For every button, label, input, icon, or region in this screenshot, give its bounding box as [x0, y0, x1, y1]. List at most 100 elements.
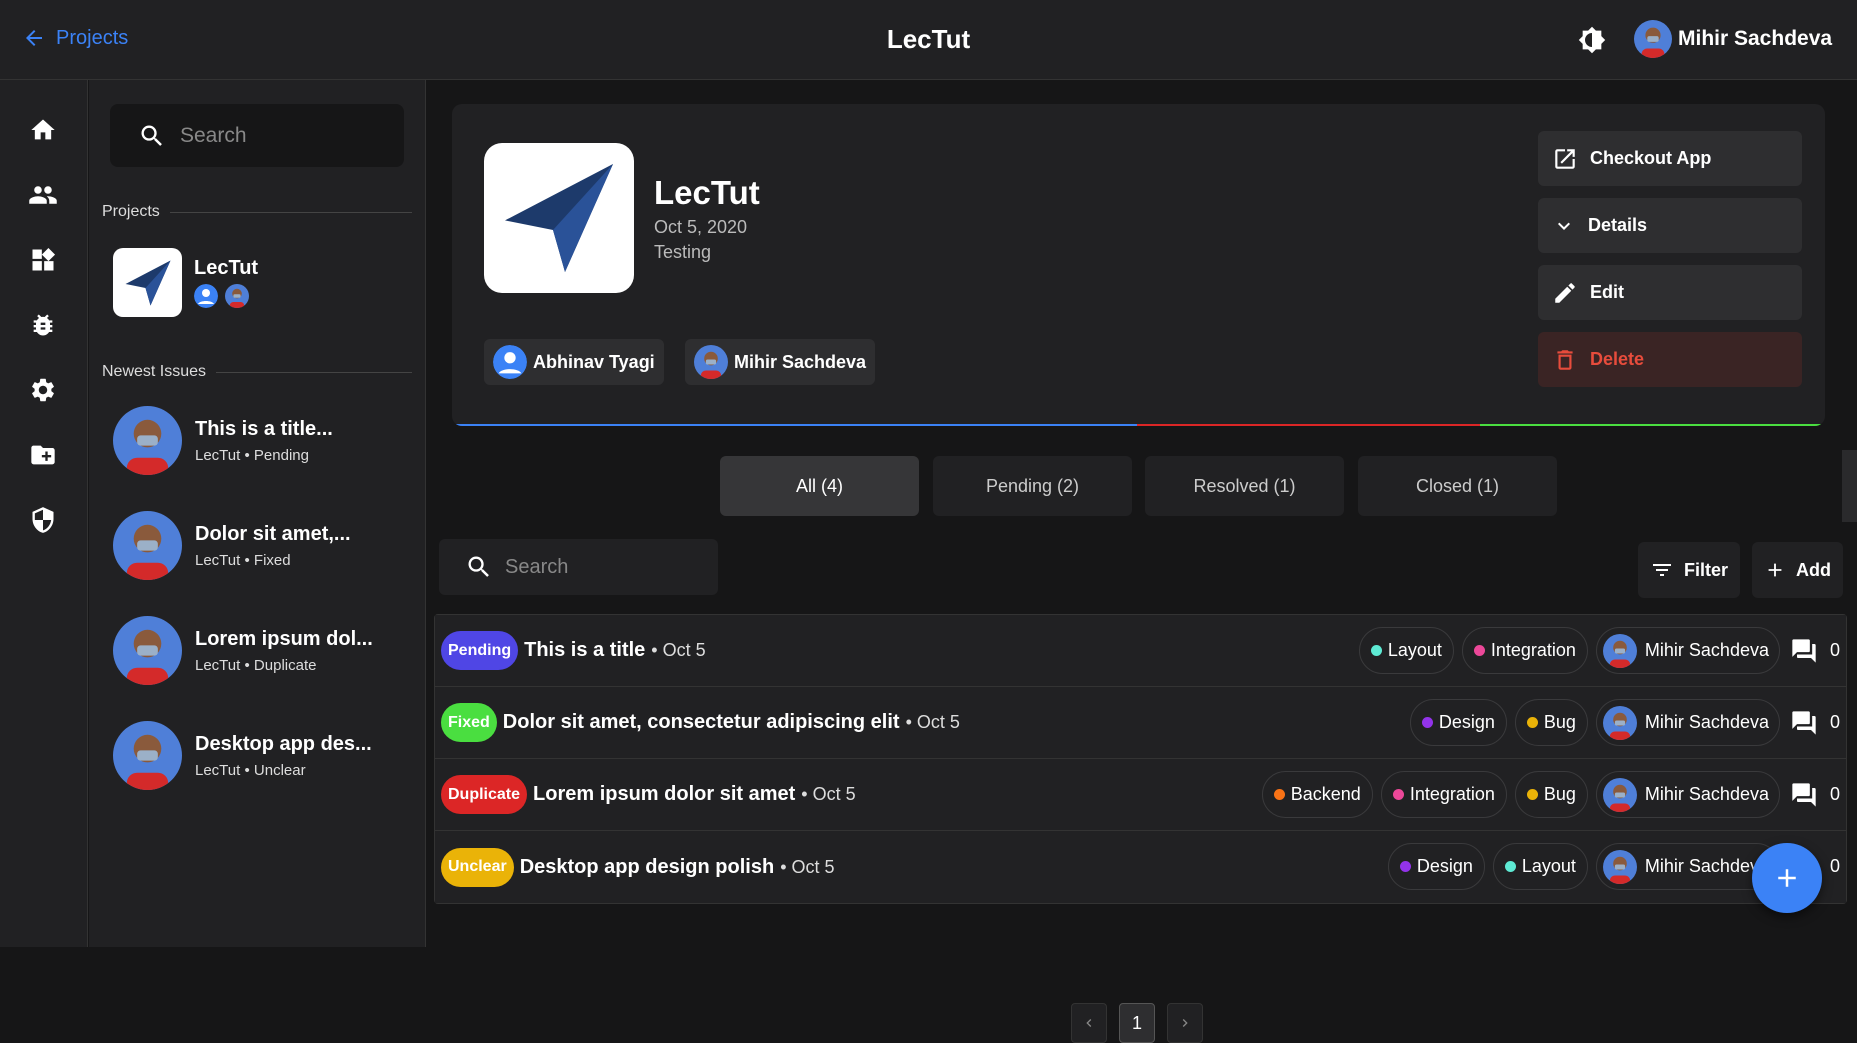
comments-count[interactable]: 0	[1790, 637, 1840, 665]
filter-icon	[1653, 564, 1671, 576]
tag-chip[interactable]: Bug	[1514, 699, 1588, 746]
settings-icon[interactable]	[27, 374, 59, 406]
tag-chip[interactable]: Integration	[1461, 627, 1588, 674]
sidebar-search-input[interactable]: Search	[110, 104, 404, 167]
avatar	[1602, 705, 1637, 740]
issue-search-input[interactable]: Search	[439, 539, 718, 595]
open-in-new-icon	[1555, 148, 1575, 169]
floating-add-button[interactable]	[1752, 843, 1822, 913]
page-button[interactable]: 1	[1119, 1003, 1155, 1043]
issue-title: Desktop app design polish	[519, 855, 775, 878]
top-bar: Projects LecTut Mihir Sachdeva	[0, 0, 1857, 80]
sidebar-issue-title: This is a title...	[195, 417, 333, 440]
avatar	[113, 616, 182, 685]
sidebar-issue-item[interactable]: Desktop app des... LecTut • Unclear	[113, 721, 372, 790]
issue-status-bar	[452, 424, 1825, 426]
avatar	[1602, 633, 1637, 668]
assignee-chip[interactable]: Mihir Sachdeva	[1595, 771, 1780, 818]
issue-date: • Oct 5	[780, 856, 835, 877]
home-icon[interactable]	[27, 114, 59, 146]
issue-title: This is a title	[524, 639, 646, 661]
add-issue-button[interactable]: Add	[1752, 542, 1843, 598]
sidebar-issue-title: Desktop app des...	[195, 732, 372, 755]
forum-icon	[1792, 710, 1816, 735]
prev-page-button[interactable]	[1071, 1003, 1107, 1043]
projects-heading: Projects	[102, 203, 412, 221]
avatar	[113, 511, 182, 580]
issue-row[interactable]: Fixed Dolor sit amet, consectetur adipis…	[435, 687, 1846, 759]
issue-row[interactable]: Duplicate Lorem ipsum dolor sit amet • O…	[435, 759, 1846, 831]
comments-count[interactable]: 0	[1790, 709, 1840, 737]
tab-closed[interactable]: Closed (1)	[1358, 456, 1557, 516]
tag-chip[interactable]: Backend	[1261, 771, 1373, 818]
chevron-left-icon	[1086, 1019, 1092, 1027]
sidebar-project-name: LecTut	[194, 257, 259, 279]
sidebar-project-item[interactable]: LecTut	[113, 248, 258, 317]
user-name: Mihir Sachdeva	[1678, 27, 1833, 50]
assignee-chip[interactable]: Mihir Sachdeva	[1595, 627, 1780, 674]
member-chip[interactable]: Mihir Sachdeva	[685, 339, 876, 385]
tag-chip[interactable]: Integration	[1380, 771, 1507, 818]
new-folder-icon[interactable]	[27, 439, 59, 471]
comments-count[interactable]: 0	[1790, 781, 1840, 809]
sidebar-issue-meta: LecTut • Fixed	[195, 551, 291, 569]
avatar	[1634, 20, 1672, 58]
sidebar-issue-item[interactable]: Dolor sit amet,... LecTut • Fixed	[113, 511, 351, 580]
main-content: LecTut Oct 5, 2020 Testing Abhinav Tyagi…	[427, 80, 1857, 1043]
avatar	[1602, 777, 1637, 812]
filter-button[interactable]: Filter	[1638, 542, 1741, 598]
status-badge: Duplicate	[441, 775, 528, 814]
tabs-scroll-indicator[interactable]	[1842, 450, 1857, 522]
avatar	[694, 345, 728, 379]
chevron-down-icon	[1558, 222, 1570, 230]
checkout-app-button[interactable]: Checkout App	[1538, 131, 1802, 186]
brightness-icon[interactable]	[1578, 26, 1606, 59]
issue-date: • Oct 5	[905, 712, 960, 732]
bug-icon[interactable]	[27, 309, 59, 341]
tag-chip[interactable]: Design	[1387, 843, 1485, 890]
project-sidebar: Search Projects LecTut Newest Issues Thi…	[89, 80, 426, 947]
member-chip[interactable]: Abhinav Tyagi	[484, 339, 664, 385]
issue-row[interactable]: Pending This is a title • Oct 5 Layout I…	[435, 615, 1846, 687]
avatar	[493, 345, 527, 379]
issue-date: • Oct 5	[651, 640, 706, 660]
next-page-button[interactable]	[1167, 1003, 1203, 1043]
assignee-chip[interactable]: Mihir Sachdeva	[1595, 699, 1780, 746]
avatar	[113, 406, 182, 475]
member-name: Mihir Sachdeva	[734, 351, 867, 372]
people-icon[interactable]	[27, 179, 59, 211]
issue-row[interactable]: Unclear Desktop app design polish • Oct …	[435, 831, 1846, 903]
arrow-left-icon	[26, 30, 42, 46]
sidebar-issue-title: Lorem ipsum dol...	[195, 627, 373, 650]
trash-icon	[1557, 349, 1573, 370]
sidebar-issue-item[interactable]: This is a title... LecTut • Pending	[113, 406, 333, 475]
tag-chip[interactable]: Layout	[1358, 627, 1454, 674]
project-status: Testing	[654, 242, 712, 262]
sidebar-issue-meta: LecTut • Duplicate	[195, 656, 317, 674]
issue-title: Dolor sit amet, consectetur adipiscing e…	[502, 711, 900, 733]
tag-chip[interactable]: Bug	[1514, 771, 1588, 818]
sidebar-issue-item[interactable]: Lorem ipsum dol... LecTut • Duplicate	[113, 616, 373, 685]
user-menu[interactable]: Mihir Sachdeva	[1634, 20, 1832, 58]
issue-title: Lorem ipsum dolor sit amet	[533, 783, 796, 805]
issue-list: Pending This is a title • Oct 5 Layout I…	[434, 614, 1847, 904]
avatar	[225, 284, 249, 308]
tab-resolved[interactable]: Resolved (1)	[1145, 456, 1344, 516]
delete-button[interactable]: Delete	[1538, 332, 1802, 387]
shield-icon[interactable]	[27, 504, 59, 536]
issue-date: • Oct 5	[801, 784, 856, 804]
back-to-projects-link[interactable]: Projects	[22, 26, 128, 50]
tab-all[interactable]: All (4)	[720, 456, 919, 516]
details-button[interactable]: Details	[1538, 198, 1802, 253]
status-badge: Pending	[441, 631, 519, 670]
tag-chip[interactable]: Design	[1409, 699, 1507, 746]
widgets-icon[interactable]	[27, 244, 59, 276]
forum-icon	[1792, 638, 1816, 663]
project-name: LecTut	[654, 174, 760, 211]
pencil-icon	[1555, 282, 1575, 303]
tag-chip[interactable]: Layout	[1492, 843, 1588, 890]
member-name: Abhinav Tyagi	[533, 351, 655, 372]
edit-button[interactable]: Edit	[1538, 265, 1802, 320]
tab-pending[interactable]: Pending (2)	[933, 456, 1132, 516]
project-logo	[113, 248, 182, 317]
